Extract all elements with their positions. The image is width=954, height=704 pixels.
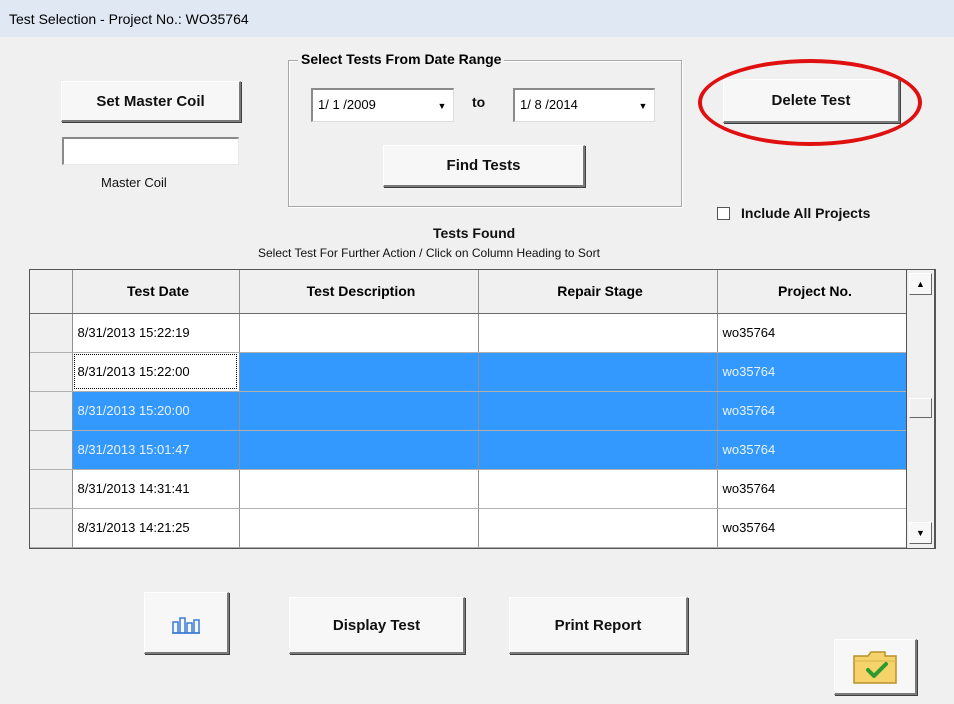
scroll-thumb[interactable] [909,398,932,418]
row-header-corner [30,270,73,314]
header-row: Test Date Test Description Repair Stage … [30,270,909,314]
cell-test-date[interactable]: 8/31/2013 15:01:47 [72,430,240,470]
chevron-down-icon[interactable]: ▼ [635,96,651,116]
cell-repair-stage[interactable] [478,430,718,470]
table-row[interactable]: 8/31/2013 14:31:41 wo35764 [30,469,909,509]
print-report-button[interactable]: Print Report [509,597,688,654]
test-selection-window: Test Selection - Project No.: WO35764 Se… [0,0,954,704]
cell-test-date[interactable]: 8/31/2013 14:21:25 [72,508,240,548]
row-selector[interactable] [30,313,73,353]
bar-chart-icon [172,616,200,634]
table-row[interactable]: 8/31/2013 15:22:19 wo35764 [30,313,909,353]
tests-found-title: Tests Found [433,225,516,241]
column-header-test-description[interactable]: Test Description [239,270,479,314]
scroll-up-icon[interactable]: ▲ [909,273,932,295]
to-date-value: 1/ 8 /2014 [520,97,578,112]
cell-test-description[interactable] [239,508,479,548]
row-selector[interactable] [30,430,73,470]
cell-project-no[interactable]: wo35764 [717,430,909,470]
tests-found-subtitle: Select Test For Further Action / Click o… [258,246,600,260]
table-row[interactable]: 8/31/2013 15:22:00 wo35764 [30,352,909,392]
row-selector[interactable] [30,508,73,548]
ok-button[interactable] [834,639,917,695]
master-coil-label: Master Coil [101,175,167,190]
set-master-coil-button[interactable]: Set Master Coil [61,81,241,122]
cell-repair-stage[interactable] [478,352,718,392]
tests-table: Test Date Test Description Repair Stage … [30,270,909,548]
cell-project-no[interactable]: wo35764 [717,352,909,392]
display-test-button[interactable]: Display Test [289,597,465,654]
cell-test-date[interactable]: 8/31/2013 15:22:00 [72,352,240,392]
to-label: to [472,94,486,110]
cell-test-description[interactable] [239,430,479,470]
scroll-down-icon[interactable]: ▼ [909,522,932,544]
table-row[interactable]: 8/31/2013 14:21:25 wo35764 [30,508,909,548]
cell-repair-stage[interactable] [478,469,718,509]
date-range-group-title: Select Tests From Date Range [298,51,505,67]
title-bar: Test Selection - Project No.: WO35764 [0,0,954,37]
folder-check-icon [853,650,897,684]
cell-test-description[interactable] [239,313,479,353]
column-header-repair-stage[interactable]: Repair Stage [478,270,718,314]
row-selector[interactable] [30,391,73,431]
cell-repair-stage[interactable] [478,508,718,548]
cell-project-no[interactable]: wo35764 [717,469,909,509]
from-date-value: 1/ 1 /2009 [318,97,376,112]
master-coil-field[interactable] [62,137,239,165]
row-selector[interactable] [30,352,73,392]
find-tests-button[interactable]: Find Tests [383,145,585,187]
chevron-down-icon[interactable]: ▼ [434,96,450,116]
delete-test-button[interactable]: Delete Test [723,79,900,123]
row-selector[interactable] [30,469,73,509]
cell-repair-stage[interactable] [478,313,718,353]
include-all-projects-checkbox[interactable] [717,207,730,220]
to-date-picker[interactable]: 1/ 8 /2014 ▼ [513,88,655,122]
vertical-scrollbar[interactable]: ▲ ▼ [906,269,935,549]
cell-repair-stage[interactable] [478,391,718,431]
table-row[interactable]: 8/31/2013 15:20:00 wo35764 [30,391,909,431]
cell-project-no[interactable]: wo35764 [717,391,909,431]
cell-project-no[interactable]: wo35764 [717,313,909,353]
cell-project-no[interactable]: wo35764 [717,508,909,548]
window-title: Test Selection - Project No.: WO35764 [9,11,249,27]
cell-test-description[interactable] [239,469,479,509]
cell-test-date[interactable]: 8/31/2013 15:20:00 [72,391,240,431]
cell-test-description[interactable] [239,352,479,392]
column-header-test-date[interactable]: Test Date [72,270,240,314]
chart-button[interactable] [144,592,229,654]
include-all-projects-label[interactable]: Include All Projects [741,205,870,221]
table-row[interactable]: 8/31/2013 15:01:47 wo35764 [30,430,909,470]
tests-grid[interactable]: Test Date Test Description Repair Stage … [29,269,936,549]
from-date-picker[interactable]: 1/ 1 /2009 ▼ [311,88,454,122]
cell-test-description[interactable] [239,391,479,431]
cell-test-date[interactable]: 8/31/2013 15:22:19 [72,313,240,353]
column-header-project-no[interactable]: Project No. [717,270,909,314]
cell-test-date[interactable]: 8/31/2013 14:31:41 [72,469,240,509]
